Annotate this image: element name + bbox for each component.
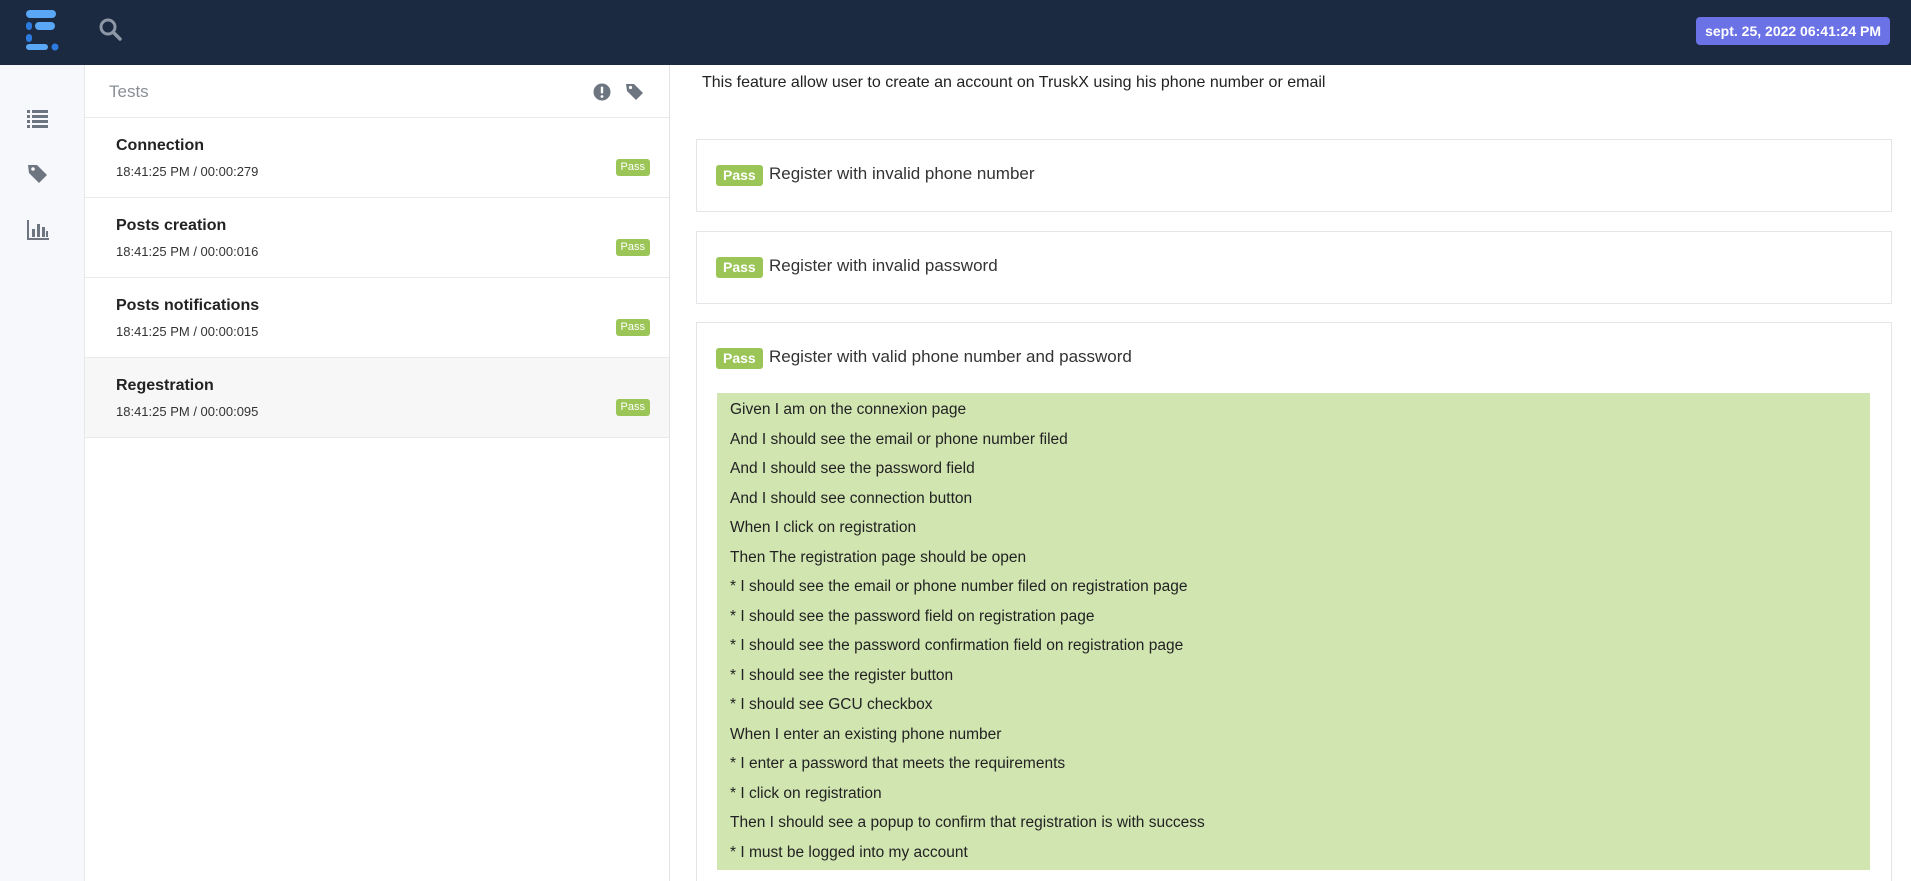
feature-description: This feature allow user to create an acc…	[702, 74, 1326, 91]
step-line: And I should see the password field	[730, 460, 975, 477]
tests-panel: Tests Connection 18:41:25 PM / 00:00:279…	[85, 65, 670, 881]
step-line: Then The registration page should be ope…	[730, 548, 1027, 566]
test-name: Connection	[116, 137, 204, 154]
test-time: 18:41:25 PM / 00:00:095	[116, 404, 259, 419]
step-line: * I should see the email or phone number…	[730, 578, 1188, 595]
scenario-title: Register with valid phone number and pas…	[769, 347, 1132, 366]
step-line: * I click on registration	[730, 784, 882, 802]
side-nav	[0, 65, 85, 881]
top-bar: sept. 25, 2022 06:41:24 PM	[0, 0, 1911, 65]
test-name: Posts notifications	[116, 297, 260, 314]
scenario-title: Register with invalid password	[769, 256, 998, 275]
test-name: Regestration	[116, 377, 214, 394]
test-item-connection[interactable]: Connection 18:41:25 PM / 00:00:279 Pass	[85, 118, 669, 198]
status-badge: Pass	[716, 257, 763, 278]
tag-icon[interactable]	[26, 162, 50, 186]
test-item-posts-creation[interactable]: Posts creation 18:41:25 PM / 00:00:016 P…	[85, 198, 669, 278]
feature-detail: This feature allow user to create an acc…	[670, 65, 1911, 881]
status-badge: Pass	[615, 239, 650, 256]
scenario-header[interactable]: Pass Register with valid phone number an…	[697, 323, 1891, 395]
step-line: * I should see the register button	[730, 666, 954, 684]
scenario-title: Register with invalid phone number	[769, 164, 1035, 183]
status-badge: Pass	[615, 159, 650, 176]
step-line: * I enter a password that meets the requ…	[730, 755, 1066, 772]
step-line: * I should see GCU checkbox	[730, 696, 933, 713]
scenario-card[interactable]: Pass Register with invalid phone number	[696, 139, 1892, 212]
status-badge: Pass	[716, 348, 763, 369]
step-line: * I should see the password confirmation…	[730, 637, 1184, 654]
scenario-header[interactable]: Pass Register with invalid password	[697, 232, 1891, 304]
bar-chart-icon[interactable]	[26, 218, 50, 242]
step-line: Then I should see a popup to confirm tha…	[730, 814, 1205, 831]
tests-panel-header: Tests	[85, 65, 669, 118]
list-icon[interactable]	[26, 106, 50, 130]
test-time: 18:41:25 PM / 00:00:015	[116, 324, 259, 339]
test-item-regestration[interactable]: Regestration 18:41:25 PM / 00:00:095 Pas…	[85, 358, 669, 438]
exclamation-circle-icon[interactable]	[592, 82, 612, 102]
step-line: And I should see connection button	[730, 489, 973, 507]
step-line: * I should see the password field on reg…	[730, 607, 1095, 625]
scenario-steps: Given I am on the connexion page And I s…	[717, 393, 1870, 870]
test-name: Posts creation	[116, 217, 227, 234]
app-logo[interactable]	[24, 8, 64, 52]
step-line: And I should see the email or phone numb…	[730, 430, 1068, 448]
tag-icon[interactable]	[625, 82, 645, 102]
search-icon[interactable]	[98, 17, 124, 43]
date-badge: sept. 25, 2022 06:41:24 PM	[1696, 17, 1890, 45]
step-line: When I enter an existing phone number	[730, 725, 1002, 743]
test-time: 18:41:25 PM / 00:00:279	[116, 164, 259, 179]
scenario-card-expanded[interactable]: Pass Register with valid phone number an…	[696, 322, 1892, 881]
status-badge: Pass	[716, 165, 763, 186]
status-badge: Pass	[615, 319, 650, 336]
tests-panel-title: Tests	[109, 82, 149, 101]
scenario-card[interactable]: Pass Register with invalid password	[696, 231, 1892, 304]
step-line: Given I am on the connexion page	[730, 401, 967, 418]
step-line: * I must be logged into my account	[730, 843, 968, 861]
test-item-posts-notifications[interactable]: Posts notifications 18:41:25 PM / 00:00:…	[85, 278, 669, 358]
status-badge: Pass	[615, 399, 650, 416]
test-time: 18:41:25 PM / 00:00:016	[116, 244, 259, 259]
step-line: When I click on registration	[730, 519, 917, 536]
scenario-header[interactable]: Pass Register with invalid phone number	[697, 140, 1891, 212]
